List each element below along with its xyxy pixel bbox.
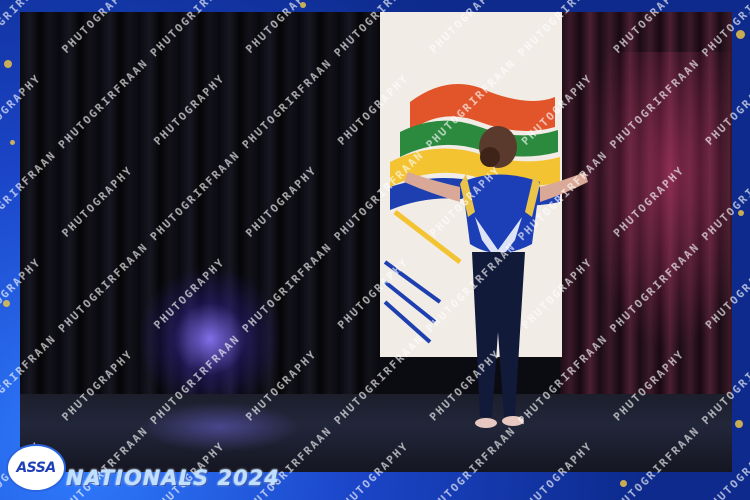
gold-sparkle	[736, 30, 745, 39]
gold-sparkle	[4, 60, 12, 68]
gold-sparkle	[620, 480, 627, 487]
assa-logo: ASSA	[6, 444, 66, 492]
photo-frame: IRFRAAN PHUTOGRAPHY IRFRAAN PHUTOGRAPHY …	[0, 0, 750, 500]
dancer-figure	[404, 126, 588, 428]
gold-sparkle	[10, 140, 15, 145]
logo-text: ASSA	[16, 460, 56, 476]
stage-photo	[20, 12, 732, 472]
event-title: NATIONALS 2024	[66, 466, 280, 490]
gold-sparkle	[738, 210, 744, 216]
gold-sparkle	[735, 420, 743, 428]
gold-sparkle	[3, 300, 10, 307]
gold-sparkle	[300, 2, 306, 8]
